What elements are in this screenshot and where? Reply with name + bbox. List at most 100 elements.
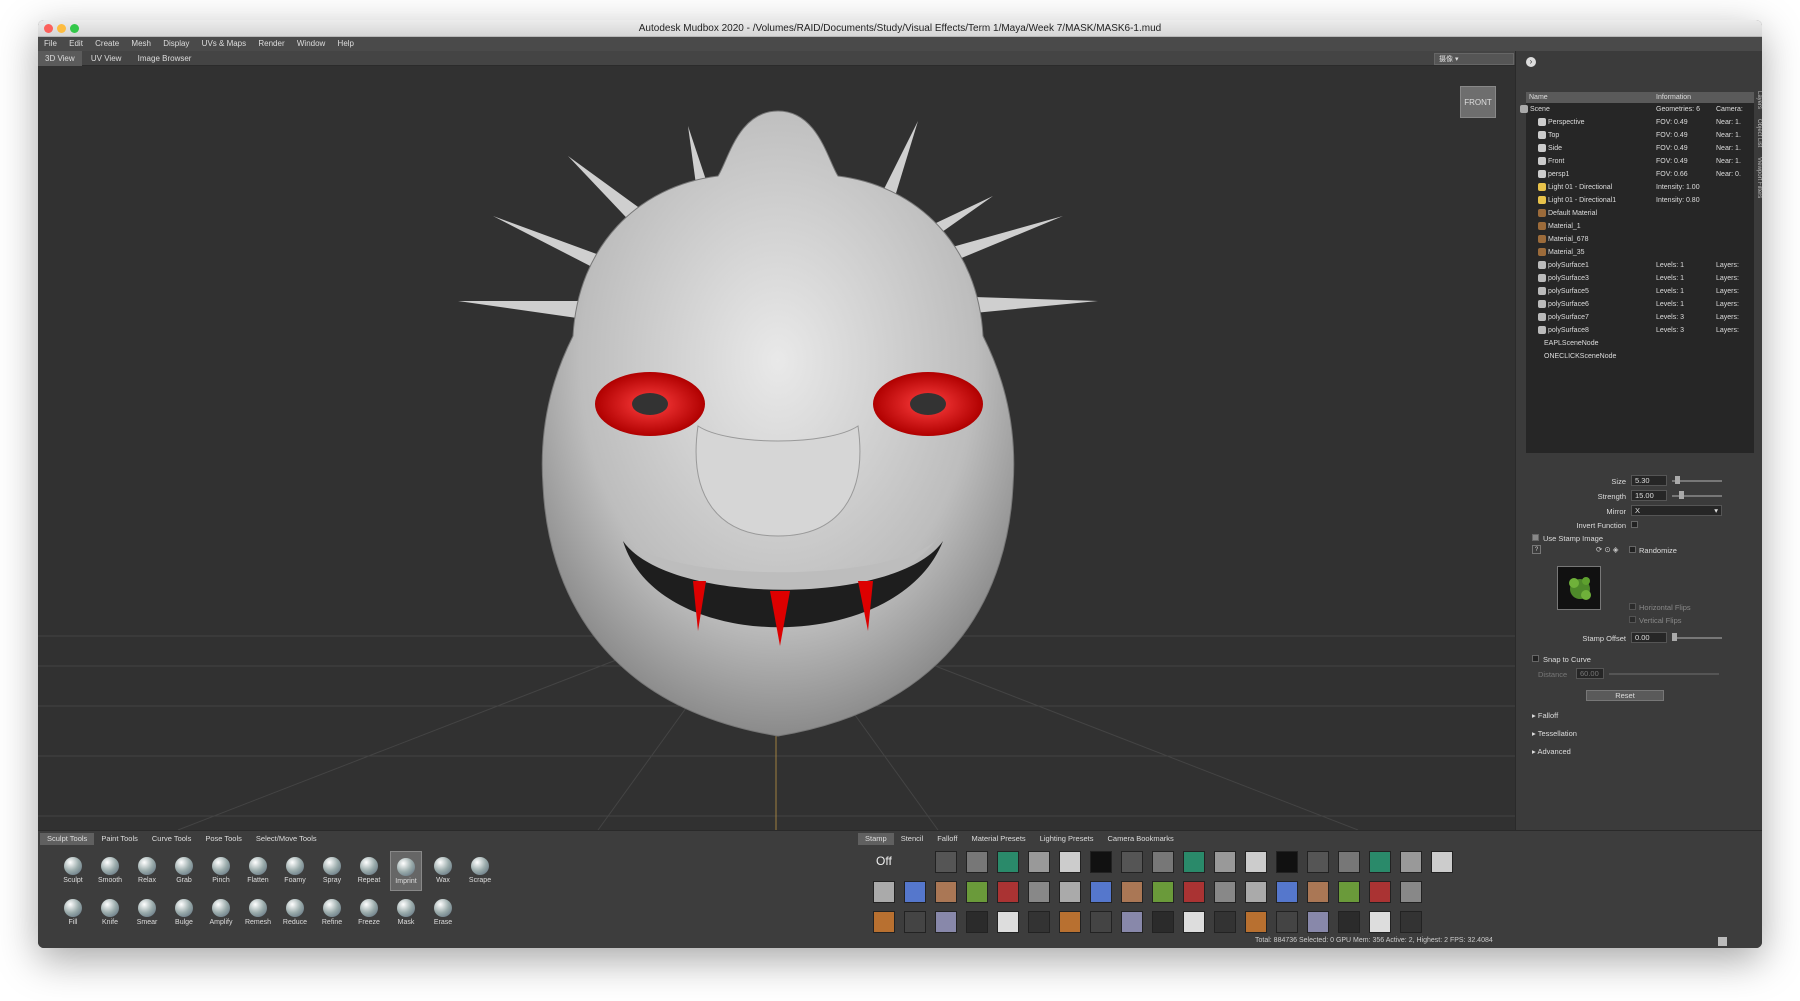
- tab-select-move-tools[interactable]: Select/Move Tools: [249, 833, 324, 845]
- stamp-thumbnail[interactable]: [873, 911, 895, 933]
- object-list-row[interactable]: Light 01 - Directional1 Intensity: 0.80: [1526, 194, 1754, 207]
- menu-render[interactable]: Render: [258, 39, 284, 48]
- stamp-thumbnail[interactable]: [966, 911, 988, 933]
- stamp-thumbnail[interactable]: [1338, 911, 1360, 933]
- stamp-thumbnail[interactable]: [1152, 911, 1174, 933]
- menu-uvs-maps[interactable]: UVs & Maps: [202, 39, 246, 48]
- tool-mask[interactable]: Mask: [390, 893, 422, 933]
- stamp-thumbnail[interactable]: [1369, 881, 1391, 903]
- stamp-thumbnail[interactable]: [1028, 911, 1050, 933]
- stamp-thumbnail[interactable]: [1276, 911, 1298, 933]
- horizontal-flips-checkbox[interactable]: [1629, 603, 1636, 610]
- view-cube-front[interactable]: FRONT: [1460, 86, 1496, 118]
- size-slider-knob[interactable]: [1675, 476, 1680, 484]
- stamp-thumbnail[interactable]: [1245, 911, 1267, 933]
- object-list-row[interactable]: Front FOV: 0.49 Near: 1.: [1526, 155, 1754, 168]
- menu-create[interactable]: Create: [95, 39, 119, 48]
- stamp-thumbnail[interactable]: [1121, 881, 1143, 903]
- tab-sculpt-tools[interactable]: Sculpt Tools: [40, 833, 95, 845]
- tool-grab[interactable]: Grab: [168, 851, 200, 891]
- tool-fill[interactable]: Fill: [57, 893, 89, 933]
- stamp-thumbnail[interactable]: [1121, 911, 1143, 933]
- distance-field[interactable]: 60.00: [1576, 668, 1604, 679]
- tool-relax[interactable]: Relax: [131, 851, 163, 891]
- stamp-thumbnail[interactable]: [1152, 881, 1174, 903]
- tool-imprint[interactable]: Imprint: [390, 851, 422, 891]
- zoom-button[interactable]: [70, 24, 79, 33]
- stamp-thumbnail[interactable]: [904, 881, 926, 903]
- distance-slider[interactable]: [1609, 673, 1719, 675]
- stamp-offset-slider-knob[interactable]: [1672, 633, 1677, 641]
- tab-3d-view[interactable]: 3D View: [38, 51, 82, 66]
- stamp-thumbnail[interactable]: [873, 881, 895, 903]
- stamp-offset-slider[interactable]: [1672, 637, 1722, 639]
- tool-flatten[interactable]: Flatten: [242, 851, 274, 891]
- stamp-thumbnail[interactable]: [1090, 911, 1112, 933]
- stamp-thumbnail[interactable]: [1338, 851, 1360, 873]
- stamp-thumbnail[interactable]: [1152, 851, 1174, 873]
- object-list-row[interactable]: Top FOV: 0.49 Near: 1.: [1526, 129, 1754, 142]
- object-list-row[interactable]: Default Material: [1526, 207, 1754, 220]
- use-stamp-checkbox[interactable]: [1532, 534, 1539, 541]
- tool-knife[interactable]: Knife: [94, 893, 126, 933]
- tab-camera-bookmarks[interactable]: Camera Bookmarks: [1100, 833, 1180, 845]
- tool-spray[interactable]: Spray: [316, 851, 348, 891]
- object-list-row[interactable]: Side FOV: 0.49 Near: 1.: [1526, 142, 1754, 155]
- stamp-thumbnail[interactable]: [1276, 851, 1298, 873]
- tab-falloff[interactable]: Falloff: [930, 833, 964, 845]
- reset-button[interactable]: Reset: [1586, 690, 1664, 701]
- tool-smooth[interactable]: Smooth: [94, 851, 126, 891]
- stamp-thumbnail[interactable]: [1090, 881, 1112, 903]
- stamp-thumbnail[interactable]: [904, 911, 926, 933]
- stamp-thumbnail[interactable]: [966, 881, 988, 903]
- stamp-thumbnail[interactable]: [1059, 851, 1081, 873]
- stamp-thumbnail[interactable]: [1400, 911, 1422, 933]
- menu-display[interactable]: Display: [163, 39, 189, 48]
- strength-field[interactable]: 15.00: [1631, 490, 1667, 501]
- rotate-icons[interactable]: ⟳ ⊙ ◈: [1596, 545, 1619, 554]
- status-square-icon[interactable]: [1718, 937, 1727, 946]
- stamp-thumbnail[interactable]: [935, 911, 957, 933]
- tool-repeat[interactable]: Repeat: [353, 851, 385, 891]
- object-list-row[interactable]: ONECLICKSceneNode: [1526, 350, 1754, 363]
- tab-paint-tools[interactable]: Paint Tools: [94, 833, 145, 845]
- close-button[interactable]: [44, 24, 53, 33]
- tab-material-presets[interactable]: Material Presets: [965, 833, 1033, 845]
- stamp-thumbnail[interactable]: [1276, 881, 1298, 903]
- tab-lighting-presets[interactable]: Lighting Presets: [1033, 833, 1101, 845]
- camera-selector[interactable]: 摄像 ▾: [1434, 53, 1514, 65]
- stamp-thumbnail[interactable]: [1214, 911, 1236, 933]
- menu-file[interactable]: File: [44, 39, 57, 48]
- mirror-dropdown[interactable]: X ▾: [1631, 505, 1722, 516]
- object-list-row[interactable]: polySurface5 Levels: 1 Layers:: [1526, 285, 1754, 298]
- tool-erase[interactable]: Erase: [427, 893, 459, 933]
- object-list-row[interactable]: persp1 FOV: 0.66 Near: 0.: [1526, 168, 1754, 181]
- strength-slider-knob[interactable]: [1679, 491, 1684, 499]
- tool-wax[interactable]: Wax: [427, 851, 459, 891]
- stamp-thumbnail[interactable]: [935, 851, 957, 873]
- object-list-row[interactable]: polySurface7 Levels: 3 Layers:: [1526, 311, 1754, 324]
- falloff-section[interactable]: ▸ Falloff: [1532, 711, 1558, 720]
- stamp-thumbnail[interactable]: [1183, 881, 1205, 903]
- collapse-arrow-icon[interactable]: ›: [1526, 57, 1536, 67]
- stamp-thumbnail[interactable]: [1245, 881, 1267, 903]
- object-list-row[interactable]: EAPLSceneNode: [1526, 337, 1754, 350]
- size-field[interactable]: 5.30: [1631, 475, 1667, 486]
- stamp-thumbnail[interactable]: [1183, 911, 1205, 933]
- randomize-checkbox[interactable]: [1629, 546, 1636, 553]
- object-list-row[interactable]: Perspective FOV: 0.49 Near: 1.: [1526, 116, 1754, 129]
- tab-stamp[interactable]: Stamp: [858, 833, 894, 845]
- stamp-off[interactable]: Off: [876, 854, 892, 868]
- tab-curve-tools[interactable]: Curve Tools: [145, 833, 198, 845]
- stamp-thumbnail[interactable]: [1400, 851, 1422, 873]
- tab-uv-view[interactable]: UV View: [84, 51, 129, 66]
- stamp-options-icon[interactable]: ?: [1532, 545, 1541, 554]
- stamp-thumbnail[interactable]: [997, 881, 1019, 903]
- object-list-row[interactable]: Material_678: [1526, 233, 1754, 246]
- object-list-row[interactable]: polySurface1 Levels: 1 Layers:: [1526, 259, 1754, 272]
- tool-bulge[interactable]: Bulge: [168, 893, 200, 933]
- tool-reduce[interactable]: Reduce: [279, 893, 311, 933]
- tool-pinch[interactable]: Pinch: [205, 851, 237, 891]
- stamp-thumbnail[interactable]: [1431, 851, 1453, 873]
- stamp-thumbnail[interactable]: [1059, 881, 1081, 903]
